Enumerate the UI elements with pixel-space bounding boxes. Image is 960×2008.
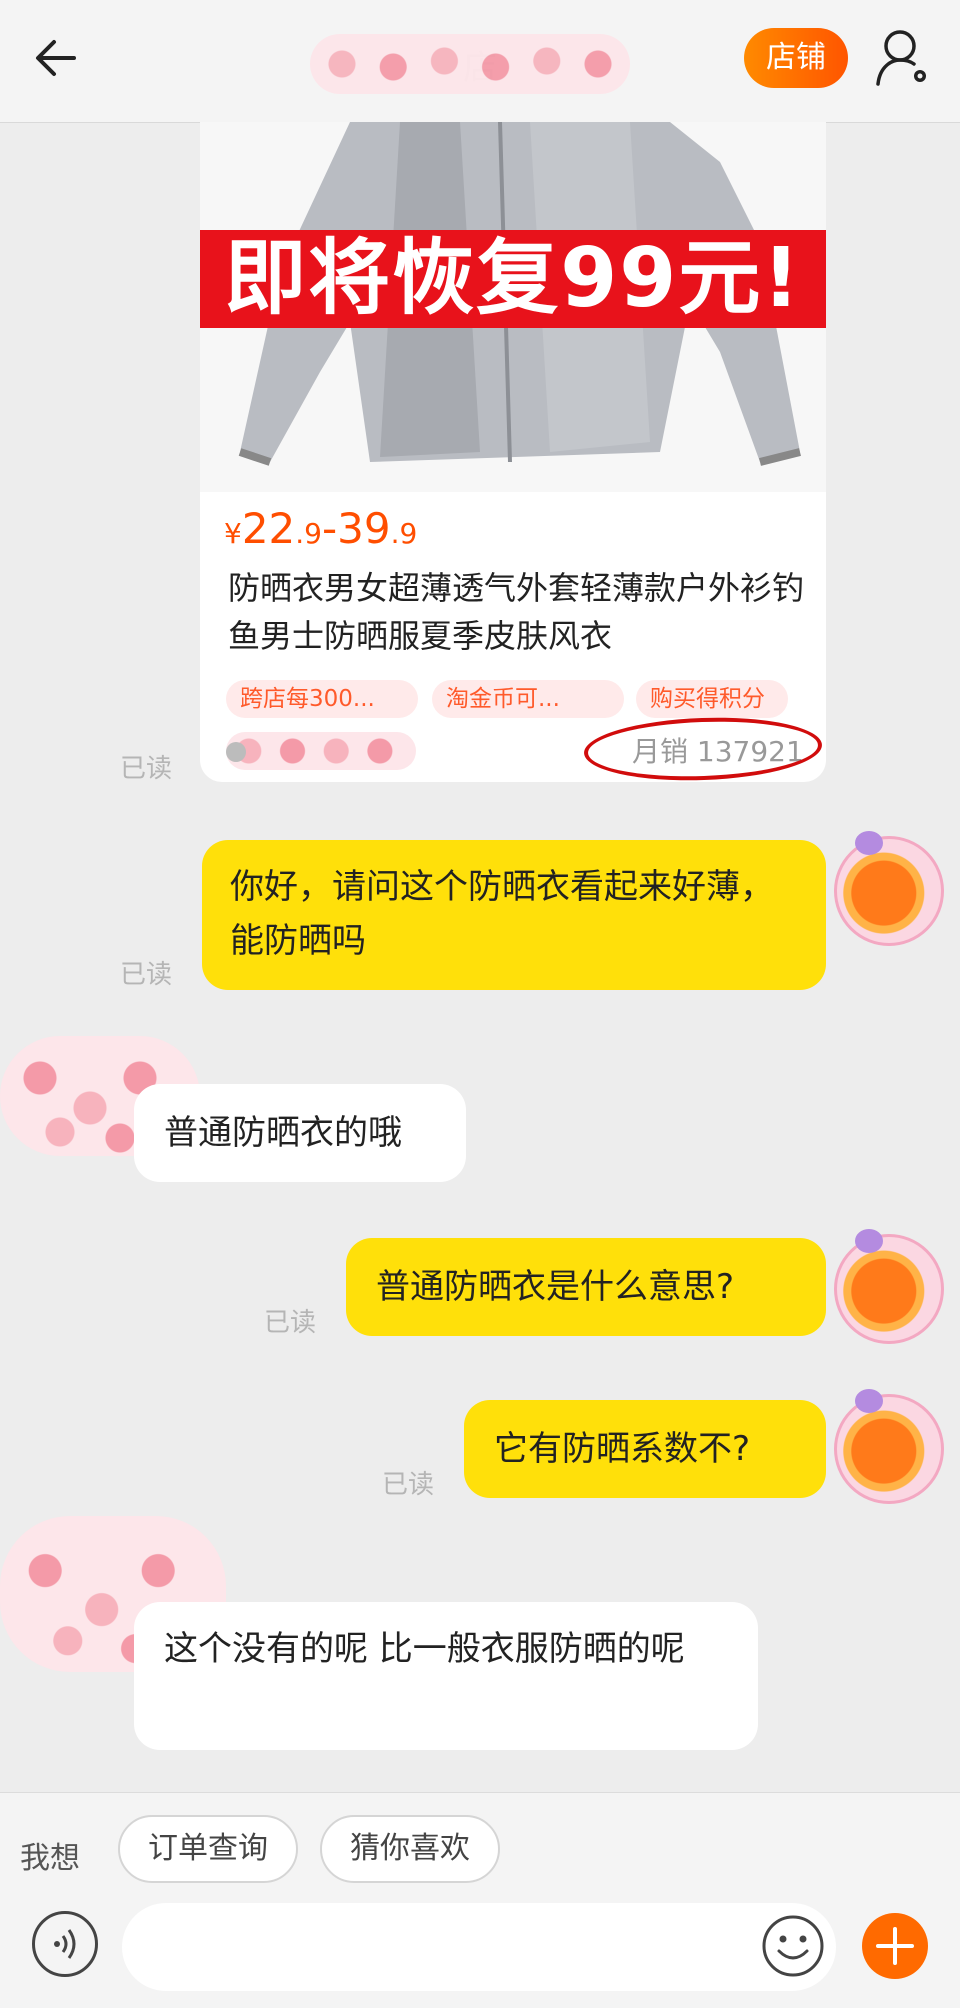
top-bar: 店 店铺 — [0, 0, 960, 123]
my-avatar[interactable] — [834, 1229, 944, 1344]
shop-icon — [226, 742, 246, 762]
my-avatar[interactable] — [834, 1389, 944, 1504]
quick-reply-recommend[interactable]: 猜你喜欢 — [320, 1815, 500, 1883]
read-status: 已读 — [120, 960, 173, 990]
quick-reply-label: 我想 — [20, 1841, 80, 1876]
redaction-mask — [226, 732, 416, 770]
product-image[interactable]: 即将恢复99元! — [200, 122, 826, 492]
message-input[interactable] — [122, 1903, 836, 1991]
my-message-bubble[interactable]: 你好，请问这个防晒衣看起来好薄，能防晒吗 — [202, 840, 826, 990]
store-button[interactable]: 店铺 — [744, 28, 848, 88]
promo-tag: 淘金币可... — [432, 680, 624, 718]
promo-tag: 跨店每300... — [226, 680, 418, 718]
seller-message-bubble[interactable]: 这个没有的呢 比一般衣服防晒的呢 — [134, 1602, 758, 1750]
read-status: 已读 — [382, 1470, 435, 1500]
add-button[interactable] — [862, 1913, 928, 1979]
product-title[interactable]: 防晒衣男女超薄透气外套轻薄款户外衫钓鱼男士防晒服夏季皮肤风衣 — [228, 564, 808, 660]
quick-reply-order-query[interactable]: 订单查询 — [118, 1815, 298, 1883]
bottom-bar: 我想 订单查询 猜你喜欢 — [0, 1792, 960, 2008]
seller-message-bubble[interactable]: 普通防晒衣的哦 — [134, 1084, 466, 1182]
product-price: ¥22.9-39.9 — [224, 504, 418, 553]
promo-tag: 购买得积分 — [636, 680, 788, 718]
product-card[interactable]: 即将恢复99元! ¥22.9-39.9 防晒衣男女超薄透气外套轻薄款户外衫钓鱼男… — [200, 122, 826, 782]
read-status: 已读 — [120, 754, 173, 784]
my-message-bubble[interactable]: 普通防晒衣是什么意思? — [346, 1238, 826, 1336]
my-avatar[interactable] — [834, 831, 944, 946]
read-status: 已读 — [264, 1308, 317, 1338]
voice-icon — [54, 1929, 76, 1959]
emoji-icon[interactable] — [760, 1913, 826, 1979]
back-arrow-icon[interactable] — [30, 30, 90, 90]
redaction-mask — [310, 34, 630, 94]
my-message-bubble[interactable]: 它有防晒系数不? — [464, 1400, 826, 1498]
plus-icon — [876, 1927, 914, 1965]
user-settings-icon[interactable] — [874, 26, 934, 90]
promo-banner: 即将恢复99元! — [200, 230, 826, 328]
voice-button[interactable] — [32, 1911, 98, 1977]
